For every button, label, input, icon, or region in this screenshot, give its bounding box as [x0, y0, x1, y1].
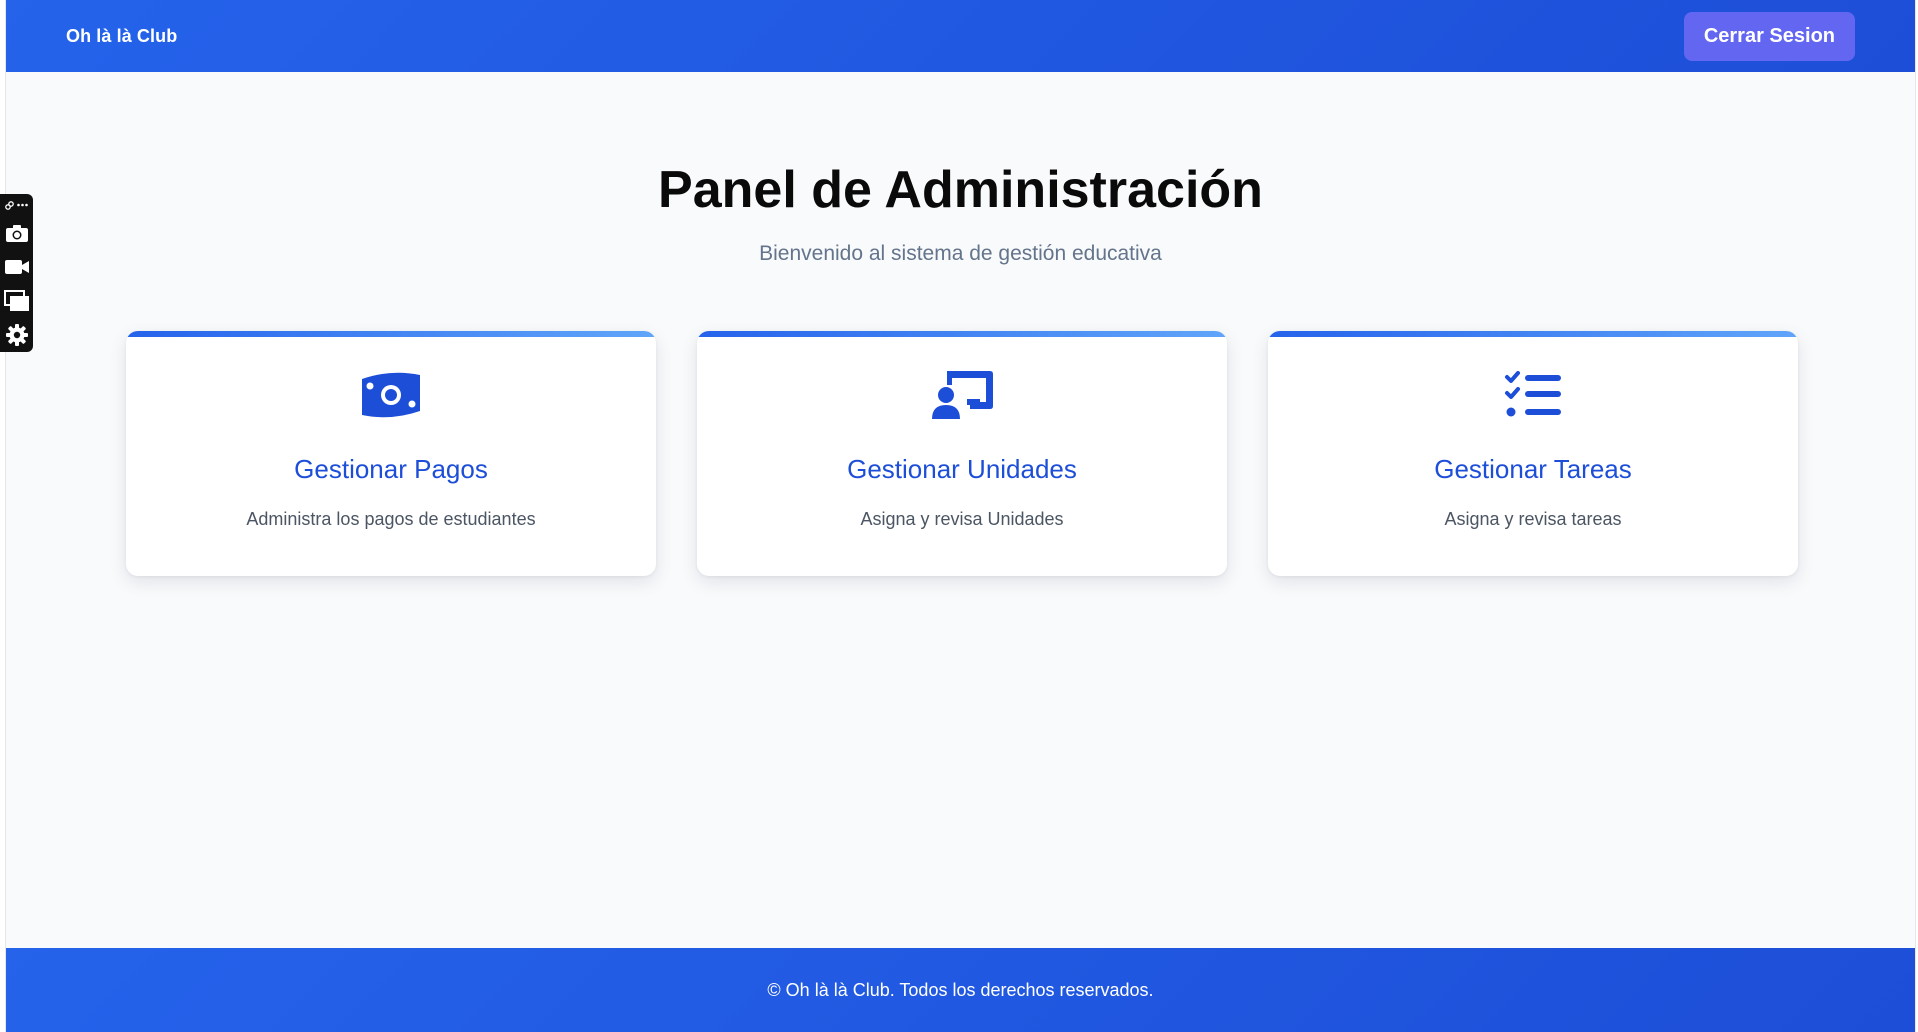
windows-icon — [3, 290, 29, 311]
windows-button[interactable] — [0, 284, 33, 318]
video-icon — [4, 260, 29, 274]
card-accent-bar — [1268, 331, 1798, 337]
page: Oh là là Club Cerrar Sesion Panel de Adm… — [5, 0, 1916, 1032]
page-footer: © Oh là là Club. Todos los derechos rese… — [6, 948, 1915, 1032]
page-title: Panel de Administración — [658, 161, 1263, 219]
dashboard-main: Panel de Administración Bienvenido al si… — [6, 72, 1915, 948]
top-navbar: Oh là là Club Cerrar Sesion — [6, 0, 1915, 72]
copyright-text: © Oh là là Club. Todos los derechos rese… — [767, 979, 1154, 1000]
screenshot-button[interactable] — [0, 216, 33, 250]
card-manage-payments[interactable]: Gestionar Pagos Administra los pagos de … — [126, 331, 656, 576]
toolbar-header[interactable] — [0, 194, 33, 216]
camera-icon — [5, 224, 28, 242]
card-description: Asigna y revisa tareas — [1444, 509, 1622, 529]
card-description: Asigna y revisa Unidades — [860, 509, 1064, 529]
card-title: Gestionar Pagos — [294, 454, 488, 484]
settings-icon — [5, 324, 28, 346]
card-grid: Gestionar Pagos Administra los pagos de … — [126, 331, 1798, 576]
card-title: Gestionar Unidades — [847, 454, 1077, 484]
record-button[interactable] — [0, 250, 33, 284]
card-description: Administra los pagos de estudiantes — [246, 509, 536, 529]
money-bill-icon — [362, 372, 420, 418]
link-icon — [5, 200, 14, 210]
settings-button[interactable] — [0, 318, 33, 352]
card-manage-units[interactable]: Gestionar Unidades Asigna y revisa Unida… — [697, 331, 1227, 576]
card-accent-bar — [126, 331, 656, 337]
list-check-icon — [1505, 371, 1561, 417]
card-manage-tasks[interactable]: Gestionar Tareas Asigna y revisa tareas — [1268, 331, 1798, 576]
chalkboard-user-icon — [932, 371, 993, 419]
brand-logo[interactable]: Oh là là Club — [66, 26, 177, 47]
capture-toolbar — [0, 194, 33, 352]
logout-button[interactable]: Cerrar Sesion — [1683, 11, 1855, 61]
page-subtitle: Bienvenido al sistema de gestión educati… — [759, 242, 1162, 265]
more-icon — [17, 203, 28, 207]
card-accent-bar — [697, 331, 1227, 337]
card-title: Gestionar Tareas — [1434, 454, 1632, 484]
